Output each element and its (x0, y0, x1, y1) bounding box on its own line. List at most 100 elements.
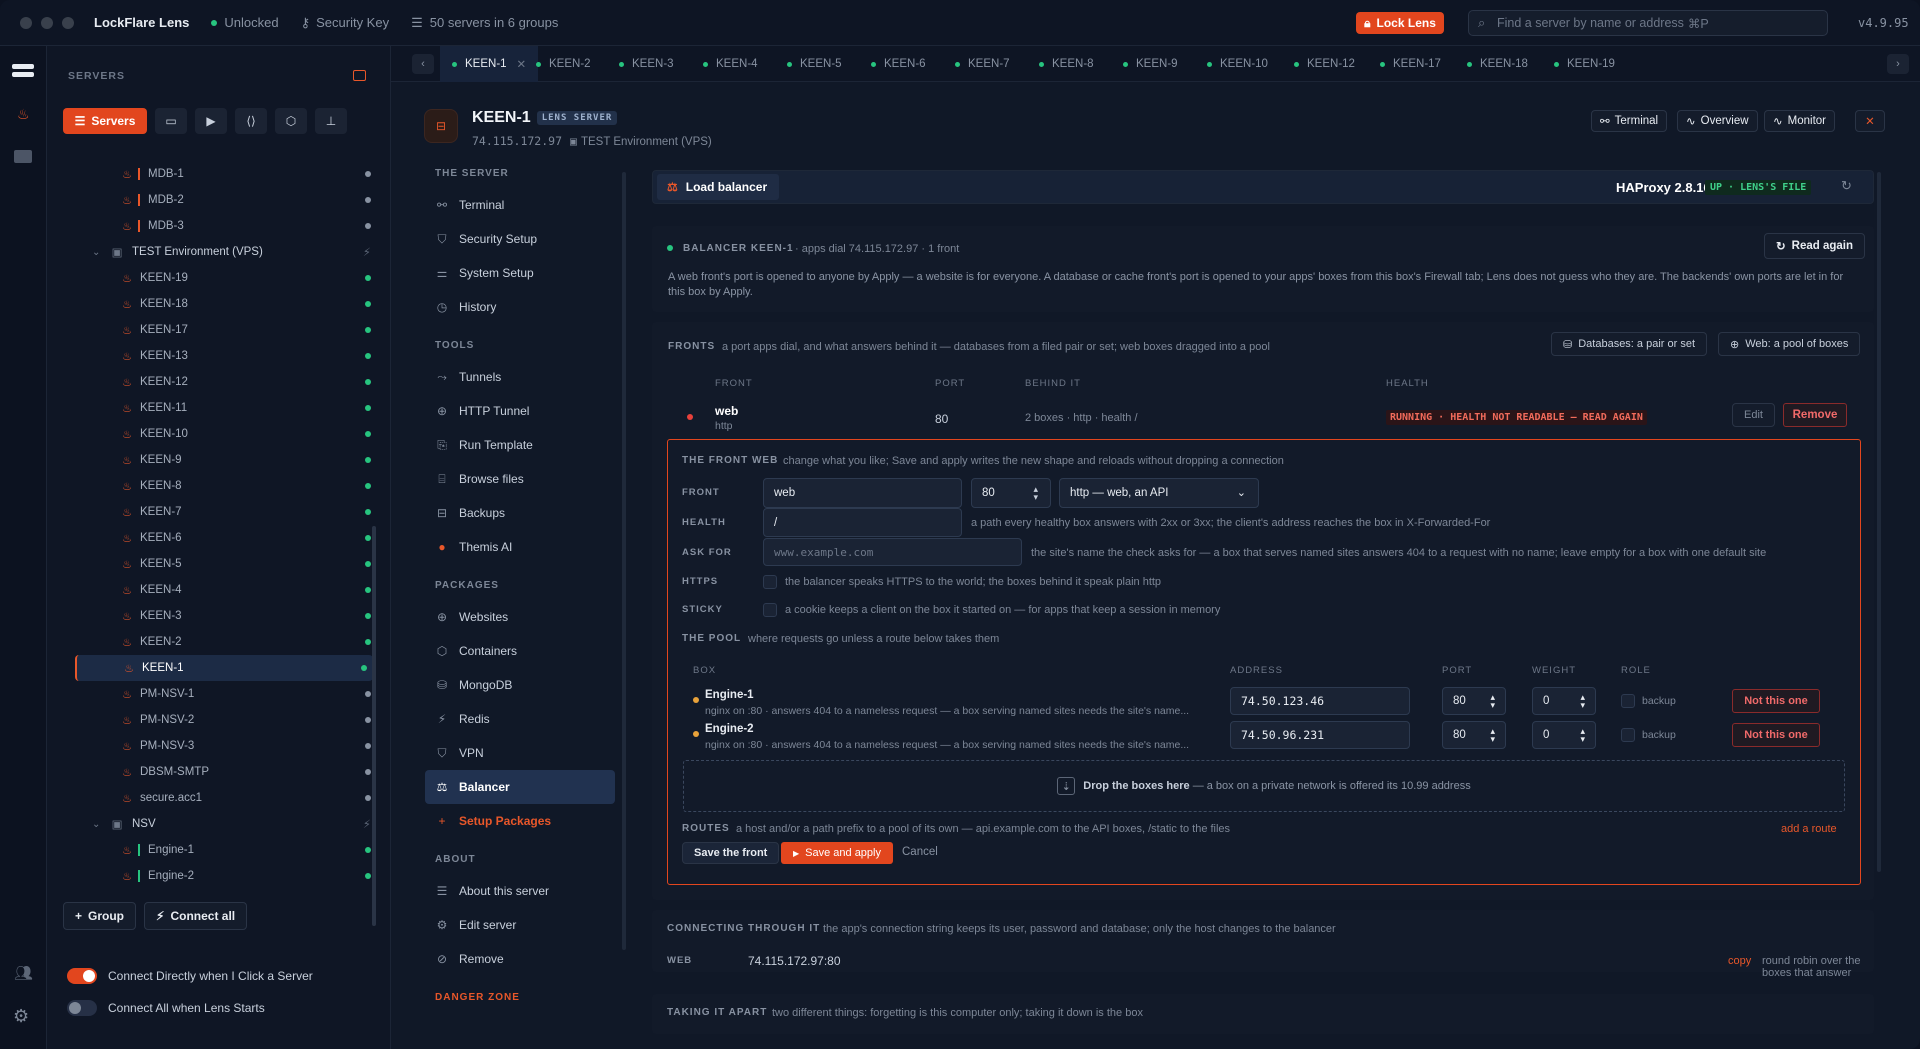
server-item[interactable]: ♨ DBSM-SMTP (47, 759, 377, 785)
cancel-button[interactable]: Cancel (902, 846, 938, 858)
servers-view-button[interactable]: ☰ Servers (63, 108, 147, 134)
box-port-stepper[interactable]: 80 ▴ ▾ (1442, 721, 1506, 749)
remove-front-button[interactable]: Remove (1783, 403, 1847, 427)
server-item[interactable]: ♨ PM-NSV-2 (47, 707, 377, 733)
maximize-window-button[interactable] (62, 16, 74, 29)
add-route-link[interactable]: add a route (1781, 823, 1837, 835)
tab-keen-3[interactable]: KEEN-3 (607, 46, 686, 82)
box-address-input[interactable]: 74.50.123.46 (1230, 687, 1410, 715)
network-view-button[interactable]: ⊥ (315, 108, 347, 134)
server-group[interactable]: ⌄ ▣ TEST Environment (VPS) ⚡︎ (47, 239, 377, 265)
sticky-checkbox[interactable] (763, 603, 777, 617)
nav-item-browse-files[interactable]: ⌸ Browse files (417, 462, 625, 496)
nav-item-setup-packages[interactable]: + Setup Packages (417, 804, 625, 838)
nav-item-system-setup[interactable]: ⚌ System Setup (417, 256, 625, 290)
nav-item-mongodb[interactable]: ⛁ MongoDB (417, 668, 625, 702)
box-port-stepper[interactable]: 80 ▴ ▾ (1442, 687, 1506, 715)
nav-item-themis-ai[interactable]: ● Themis AI (417, 530, 625, 564)
tab-keen-17[interactable]: KEEN-17 (1368, 46, 1453, 82)
box-weight-stepper[interactable]: 0 ▴ ▾ (1532, 721, 1596, 749)
tab-keen-9[interactable]: KEEN-9 (1111, 46, 1190, 82)
server-item[interactable]: ♨ PM-NSV-1 (47, 681, 377, 707)
server-item[interactable]: ♨ KEEN-5 (47, 551, 377, 577)
server-item[interactable]: ♨ KEEN-17 (47, 317, 377, 343)
server-item[interactable]: ♨ MDB-1 (47, 161, 377, 187)
box-address-input[interactable]: 74.50.96.231 (1230, 721, 1410, 749)
server-item[interactable]: ♨ KEEN-7 (47, 499, 377, 525)
server-item[interactable]: ♨ PM-NSV-3 (47, 733, 377, 759)
server-item[interactable]: ♨ KEEN-11 (47, 395, 377, 421)
ask-for-input[interactable]: www.example.com (763, 538, 1022, 566)
save-front-button[interactable]: Save the front (682, 842, 780, 864)
tab-keen-18[interactable]: KEEN-18 (1455, 46, 1540, 82)
nav-item-containers[interactable]: ⬡ Containers (417, 634, 625, 668)
overview-button[interactable]: ∿ Overview (1677, 110, 1758, 132)
security-key-indicator[interactable]: ⚷ Security Key (301, 15, 390, 31)
web-front-button[interactable]: ⊕ Web: a pool of boxes (1718, 332, 1861, 356)
server-item[interactable]: ♨ Engine-2 (47, 863, 377, 889)
server-item[interactable]: ♨ KEEN-2 (47, 629, 377, 655)
code-view-button[interactable]: ⟨⟩ (235, 108, 267, 134)
sidebar-scrollbar[interactable] (372, 526, 376, 926)
tabs-scroll-left-button[interactable]: ‹ (412, 54, 434, 74)
front-name-input[interactable]: web (763, 478, 962, 508)
nav-item-remove[interactable]: ⊘ Remove (417, 942, 625, 976)
nav-item-history[interactable]: ◷ History (417, 290, 625, 324)
terminal-button[interactable]: ⚯ Terminal (1591, 110, 1668, 132)
nav-item-about-this-server[interactable]: ☰ About this server (417, 874, 625, 908)
server-item[interactable]: ♨ KEEN-10 (47, 421, 377, 447)
server-item[interactable]: ♨ KEEN-19 (47, 265, 377, 291)
add-group-button[interactable]: + Group (63, 902, 137, 930)
lock-lens-button[interactable]: 🔒︎ Lock Lens (1356, 12, 1444, 34)
server-item[interactable]: ♨ MDB-3 (47, 213, 377, 239)
server-search-input[interactable]: ⌕ Find a server by name or address ⌘P (1468, 10, 1828, 36)
bolt-icon[interactable]: ⚡︎ (363, 245, 371, 259)
close-server-button[interactable]: ✕ (1855, 110, 1885, 132)
nav-item-security-setup[interactable]: ⛉ Security Setup (417, 222, 625, 256)
front-mode-select[interactable]: http — web, an API ⌄ (1059, 478, 1259, 508)
minimize-window-button[interactable] (41, 16, 53, 29)
tab-keen-6[interactable]: KEEN-6 (859, 46, 938, 82)
server-item[interactable]: ♨ KEEN-13 (47, 343, 377, 369)
nav-item-redis[interactable]: ⚡︎ Redis (417, 702, 625, 736)
users-rail-icon[interactable]: 👥︎ (14, 964, 33, 982)
servers-rail-icon[interactable] (12, 64, 34, 78)
collapse-sidebar-icon[interactable] (353, 70, 366, 81)
terminal-view-button[interactable]: ▭ (155, 108, 187, 134)
copy-address-link[interactable]: copy (1728, 955, 1751, 967)
server-item[interactable]: ♨ MDB-2 (47, 187, 377, 213)
backup-checkbox[interactable] (1621, 694, 1635, 708)
nav-item-edit-server[interactable]: ⚙ Edit server (417, 908, 625, 942)
settings-gear-icon[interactable]: ⚙ (13, 1006, 29, 1027)
tab-keen-2[interactable]: KEEN-2 (524, 46, 603, 82)
tab-keen-19[interactable]: KEEN-19 (1542, 46, 1627, 82)
https-checkbox[interactable] (763, 575, 777, 589)
content-scrollbar[interactable] (1877, 172, 1881, 872)
read-again-button[interactable]: ↻ Read again (1764, 233, 1865, 259)
close-window-button[interactable] (20, 16, 32, 29)
server-item[interactable]: ♨ KEEN-6 (47, 525, 377, 551)
tab-keen-8[interactable]: KEEN-8 (1027, 46, 1106, 82)
edit-front-button[interactable]: Edit (1732, 403, 1775, 427)
server-item[interactable]: ♨ KEEN-1 (75, 655, 373, 681)
server-item[interactable]: ♨ secure.acc1 (47, 785, 377, 811)
backup-checkbox[interactable] (1621, 728, 1635, 742)
front-row[interactable]: web http 80 2 boxes · http · health / RU… (652, 392, 1874, 438)
nav-item-vpn[interactable]: ⛉ VPN (417, 736, 625, 770)
server-item[interactable]: ♨ KEEN-18 (47, 291, 377, 317)
nav-item-tunnels[interactable]: ⤳ Tunnels (417, 360, 625, 394)
server-item[interactable]: ♨ KEEN-12 (47, 369, 377, 395)
tab-keen-7[interactable]: KEEN-7 (943, 46, 1022, 82)
nav-item-balancer[interactable]: ⚖︎ Balancer (425, 770, 615, 804)
databases-front-button[interactable]: ⛁ Databases: a pair or set (1551, 332, 1708, 356)
nav-item-http-tunnel[interactable]: ⊕ HTTP Tunnel (417, 394, 625, 428)
play-view-button[interactable]: ▶ (195, 108, 227, 134)
connect-directly-toggle[interactable] (67, 968, 97, 984)
folder-rail-icon[interactable] (14, 150, 32, 163)
nav-scrollbar[interactable] (622, 172, 626, 950)
tab-keen-4[interactable]: KEEN-4 (691, 46, 770, 82)
server-item[interactable]: ♨ KEEN-8 (47, 473, 377, 499)
server-item[interactable]: ♨ KEEN-4 (47, 577, 377, 603)
remove-box-button[interactable]: Not this one (1732, 723, 1820, 747)
nav-item-backups[interactable]: ⊟ Backups (417, 496, 625, 530)
